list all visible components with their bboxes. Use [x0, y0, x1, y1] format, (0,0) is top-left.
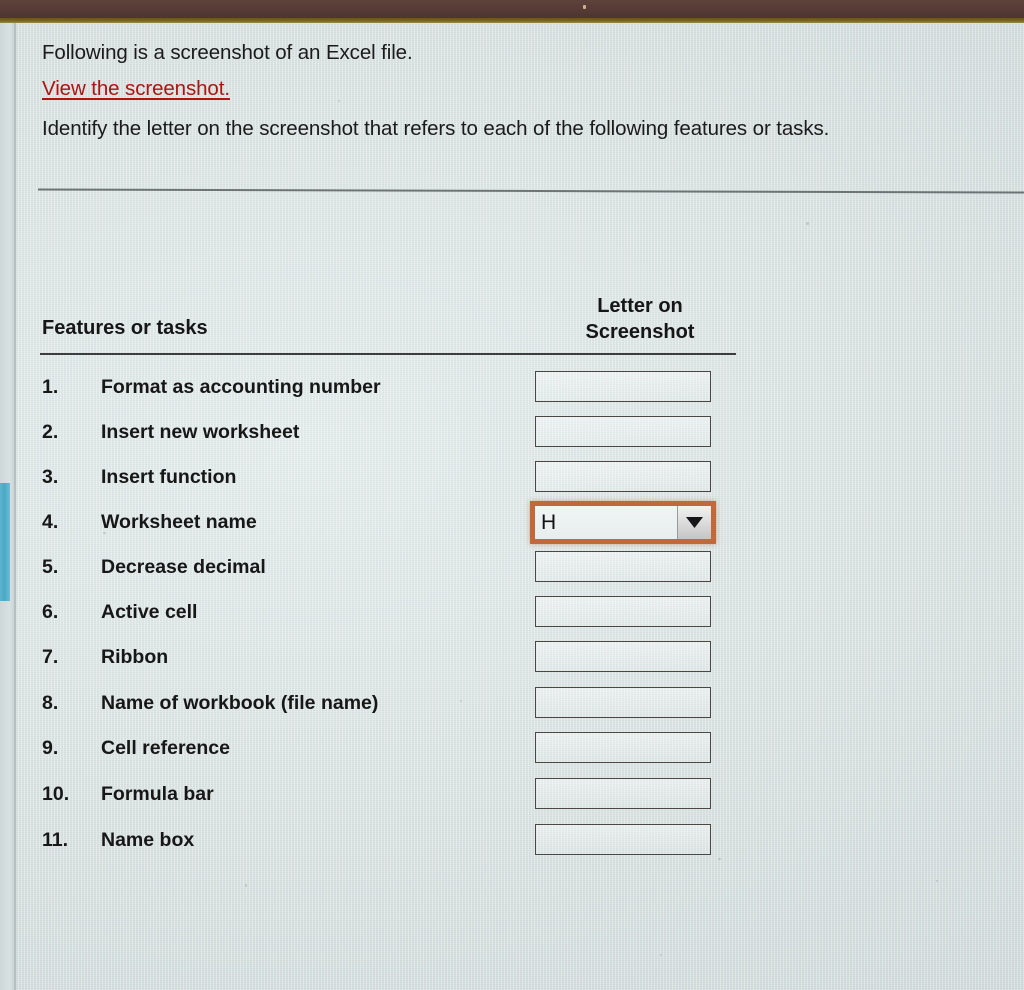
column-header-letter-line1: Letter on — [597, 295, 683, 317]
row-label: Insert new worksheet — [101, 421, 300, 443]
vertical-scrollbar-thumb[interactable] — [0, 483, 10, 601]
answer-input-3[interactable] — [535, 461, 711, 492]
row-label: Ribbon — [101, 646, 169, 668]
section-divider — [37, 188, 1024, 194]
row-number: 4. — [42, 511, 59, 533]
answer-input-1[interactable] — [535, 371, 711, 402]
answer-input-5[interactable] — [535, 551, 711, 582]
chrome-accent-rule — [0, 18, 1024, 23]
row-number: 2. — [42, 421, 59, 443]
row-number: 3. — [42, 466, 59, 488]
answer-input-11[interactable] — [535, 824, 711, 855]
intro-line-3: Identify the letter on the screenshot th… — [42, 117, 830, 140]
answer-input-6[interactable] — [535, 596, 711, 627]
row-number: 8. — [42, 692, 59, 714]
row-number: 9. — [42, 737, 59, 759]
row-label: Format as accounting number — [101, 376, 381, 398]
row-number: 6. — [42, 601, 59, 623]
answer-input-9[interactable] — [535, 732, 711, 763]
column-header-letter-line2: Screenshot — [585, 321, 695, 343]
column-header-features: Features or tasks — [42, 317, 208, 339]
window-chrome-bar — [0, 0, 1024, 18]
row-label: Name box — [101, 829, 195, 851]
answer-input-10[interactable] — [535, 778, 711, 809]
chrome-indicator-dot — [583, 5, 586, 9]
table-header-rule — [40, 353, 736, 355]
answer-dropdown-value: H — [535, 506, 677, 539]
row-label: Active cell — [101, 601, 198, 623]
view-screenshot-link-row: View the screenshot. — [42, 77, 230, 101]
view-screenshot-link[interactable]: View the screenshot. — [42, 77, 230, 100]
row-number: 7. — [42, 646, 59, 668]
row-label: Worksheet name — [101, 511, 257, 533]
document-content: Following is a screenshot of an Excel fi… — [16, 23, 1024, 990]
column-header-letter: Letter on Screenshot — [540, 293, 740, 345]
row-label: Decrease decimal — [101, 556, 266, 578]
answer-dropdown-4[interactable]: H — [530, 501, 716, 544]
row-number: 1. — [42, 376, 59, 398]
row-number: 11. — [42, 829, 69, 851]
answer-input-8[interactable] — [535, 687, 711, 718]
answer-input-2[interactable] — [535, 416, 711, 447]
row-label: Formula bar — [101, 783, 214, 805]
intro-line-1: Following is a screenshot of an Excel fi… — [42, 41, 413, 64]
row-label: Cell reference — [101, 737, 230, 759]
answer-input-7[interactable] — [535, 641, 711, 672]
chevron-down-icon[interactable] — [677, 506, 711, 539]
row-label: Insert function — [101, 466, 237, 488]
scrollbar-track-edge — [14, 23, 16, 990]
row-label: Name of workbook (file name) — [101, 692, 379, 714]
row-number: 5. — [42, 556, 59, 578]
row-number: 10. — [42, 783, 70, 805]
